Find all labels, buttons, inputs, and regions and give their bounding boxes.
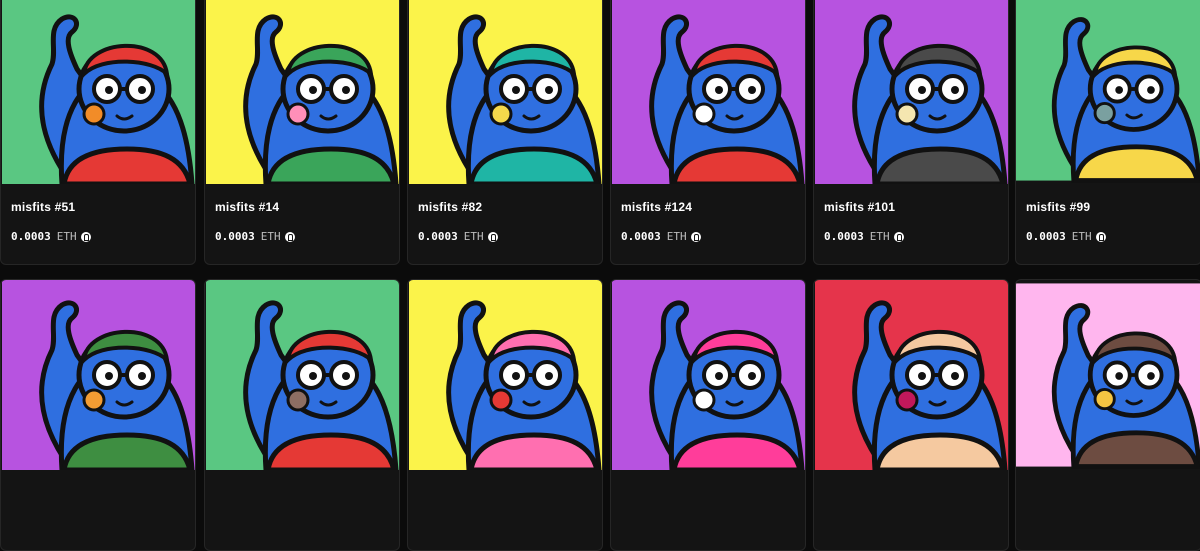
nft-artwork[interactable] [205, 280, 399, 470]
nft-card[interactable]: misfits #14 0.0003 ETH [204, 0, 400, 265]
base-chain-icon [487, 231, 498, 242]
nft-card[interactable] [204, 279, 400, 551]
nft-price: 0.0003 [824, 230, 864, 243]
nft-illustration [2, 280, 195, 470]
nft-card[interactable]: misfits #82 0.0003 ETH [407, 0, 603, 265]
nft-illustration [2, 0, 195, 184]
nft-currency: ETH [260, 230, 281, 243]
nft-illustration [1016, 0, 1200, 183]
nft-price: 0.0003 [1026, 230, 1066, 243]
nft-price-row: 0.0003 ETH [824, 230, 998, 243]
nft-illustration [409, 280, 602, 470]
nft-currency: ETH [869, 230, 890, 243]
nft-artwork[interactable] [408, 280, 602, 470]
base-chain-icon [80, 231, 91, 242]
nft-name: misfits #82 [418, 200, 483, 214]
nft-card[interactable] [407, 279, 603, 551]
nft-currency: ETH [463, 230, 484, 243]
nft-card[interactable] [1015, 279, 1200, 551]
nft-artwork[interactable] [1016, 0, 1200, 184]
nft-price: 0.0003 [11, 230, 51, 243]
nft-price: 0.0003 [418, 230, 458, 243]
nft-artwork[interactable] [1, 280, 195, 470]
nft-name: misfits #101 [824, 200, 896, 214]
nft-name: misfits #14 [215, 200, 280, 214]
nft-name: misfits #51 [11, 200, 76, 214]
nft-artwork[interactable] [611, 0, 805, 184]
nft-currency: ETH [56, 230, 77, 243]
nft-price: 0.0003 [621, 230, 661, 243]
nft-currency: ETH [666, 230, 687, 243]
nft-price: 0.0003 [215, 230, 255, 243]
nft-illustration [815, 0, 1008, 184]
nft-price-row: 0.0003 ETH [621, 230, 795, 243]
base-chain-icon [690, 231, 701, 242]
nft-grid: misfits #51 0.0003 ETH misfits #14 0.000… [0, 0, 1200, 551]
base-chain-icon [893, 231, 904, 242]
nft-card[interactable] [610, 279, 806, 551]
nft-price-row: 0.0003 ETH [11, 230, 185, 243]
nft-price-row: 0.0003 ETH [418, 230, 592, 243]
nft-card[interactable]: misfits #101 0.0003 ETH [813, 0, 1009, 265]
nft-card[interactable] [0, 279, 196, 551]
nft-artwork[interactable] [814, 0, 1008, 184]
nft-artwork[interactable] [611, 280, 805, 470]
base-chain-icon [284, 231, 295, 242]
nft-currency: ETH [1071, 230, 1092, 243]
nft-artwork[interactable] [1, 0, 195, 184]
nft-card[interactable]: misfits #99 0.0003 ETH [1015, 0, 1200, 265]
nft-price-row: 0.0003 ETH [215, 230, 389, 243]
nft-card[interactable]: misfits #51 0.0003 ETH [0, 0, 196, 265]
nft-name: misfits #124 [621, 200, 693, 214]
nft-name: misfits #99 [1026, 200, 1091, 214]
nft-illustration [206, 0, 399, 184]
nft-illustration [612, 0, 805, 184]
nft-illustration [612, 280, 805, 470]
nft-card[interactable] [813, 279, 1009, 551]
nft-illustration [206, 280, 399, 470]
nft-illustration [409, 0, 602, 184]
nft-artwork[interactable] [205, 0, 399, 184]
nft-artwork[interactable] [814, 280, 1008, 470]
base-chain-icon [1095, 231, 1106, 242]
nft-illustration [1016, 283, 1200, 469]
nft-artwork[interactable] [408, 0, 602, 184]
nft-card[interactable]: misfits #124 0.0003 ETH [610, 0, 806, 265]
nft-illustration [815, 280, 1008, 470]
nft-price-row: 0.0003 ETH [1026, 230, 1191, 243]
nft-artwork[interactable] [1016, 280, 1200, 470]
